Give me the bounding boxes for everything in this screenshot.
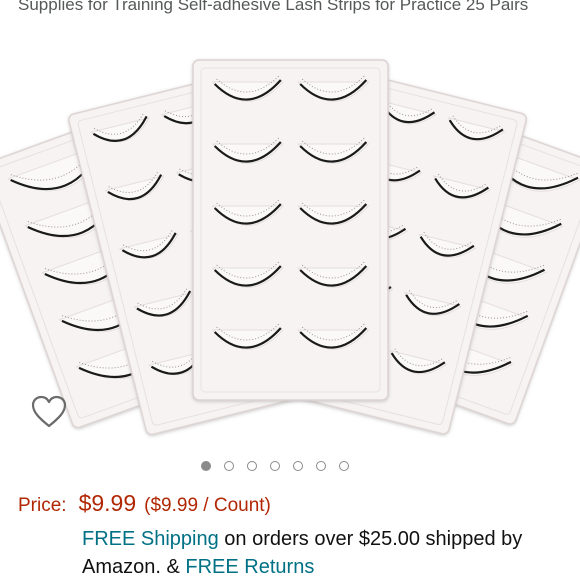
carousel-dot[interactable] <box>316 461 326 471</box>
carousel-dot[interactable] <box>270 461 280 471</box>
price-value: $9.99 <box>78 490 137 516</box>
carousel-dot[interactable] <box>339 461 349 471</box>
image-carousel-dots <box>0 461 580 477</box>
carousel-dot[interactable] <box>201 461 211 471</box>
carousel-dot[interactable] <box>293 461 303 471</box>
free-returns-link[interactable]: FREE Returns <box>185 556 314 578</box>
product-image-gallery[interactable] <box>0 50 580 450</box>
price-per-unit: ($9.99 / Count) <box>144 495 271 516</box>
product-image[interactable] <box>0 50 580 450</box>
free-shipping-link[interactable]: FREE Shipping <box>82 528 219 550</box>
shipping-info: FREE Shipping on orders over $25.00 ship… <box>82 525 572 581</box>
price-row: Price: $9.99 ($9.99 / Count) <box>18 490 271 517</box>
price-label: Price: <box>18 495 67 516</box>
product-title: Supplies for Training Self-adhesive Lash… <box>18 0 529 14</box>
carousel-dot[interactable] <box>224 461 234 471</box>
lash-tray <box>192 59 389 401</box>
wishlist-heart-icon[interactable] <box>31 395 67 429</box>
carousel-dot[interactable] <box>247 461 257 471</box>
